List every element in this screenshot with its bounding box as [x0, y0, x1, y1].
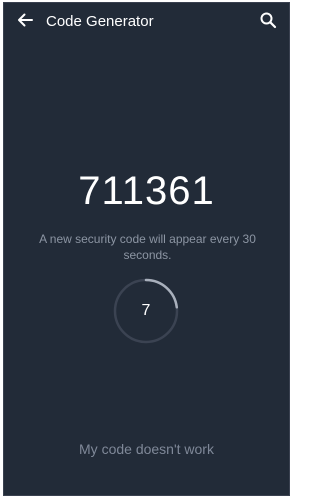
countdown-seconds: 7 [141, 302, 151, 319]
back-button[interactable] [13, 10, 37, 34]
app-bar: Code Generator [4, 3, 289, 41]
search-icon [259, 11, 277, 34]
page-title: Code Generator [46, 13, 154, 30]
arrow-left-icon [16, 11, 34, 34]
security-code: 711361 [78, 169, 215, 213]
countdown-timer: 7 [113, 278, 179, 344]
refresh-hint-text: A new security code will appear every 30… [39, 232, 256, 262]
code-generator-screen: Code Generator 711361 A new security cod… [3, 2, 290, 496]
search-button[interactable] [256, 10, 280, 34]
code-not-working-link[interactable]: My code doesn't work [4, 440, 289, 458]
